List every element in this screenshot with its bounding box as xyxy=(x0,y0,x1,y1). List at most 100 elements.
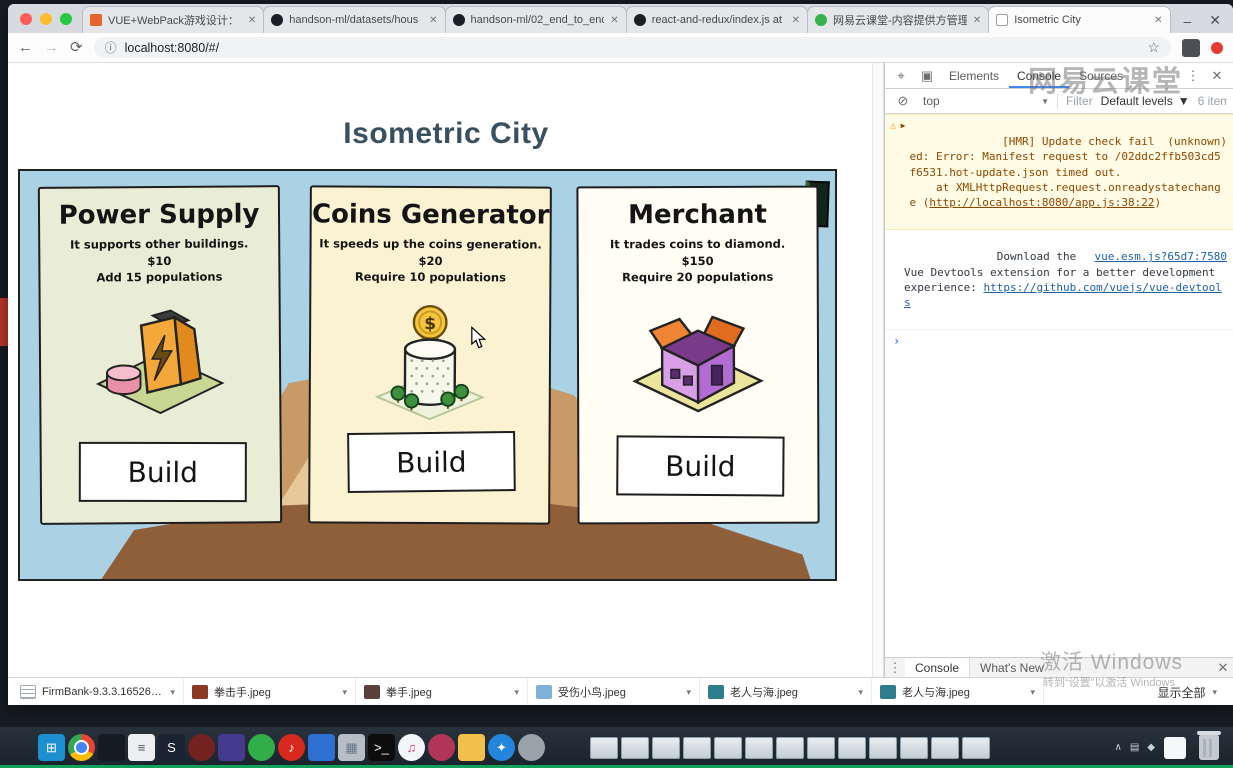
more-options-icon[interactable]: ⋮ xyxy=(1181,68,1205,84)
taskbar-window-button[interactable] xyxy=(745,737,773,759)
chevron-down-icon[interactable]: ▾ xyxy=(514,687,519,698)
chevron-down-icon[interactable]: ▾ xyxy=(170,687,175,698)
taskbar-window-button[interactable] xyxy=(714,737,742,759)
address-bar[interactable]: ⓘ localhost:8080/#/ ☆ xyxy=(94,37,1171,58)
taskbar-app-icon[interactable]: S xyxy=(158,734,185,761)
taskbar-app-icon[interactable] xyxy=(98,734,125,761)
trash-icon[interactable] xyxy=(1199,735,1219,760)
tab-console[interactable]: Console xyxy=(1009,63,1069,88)
source-link[interactable]: http://localhost:8080/app.js:38:22 xyxy=(929,196,1154,209)
chevron-down-icon[interactable]: ▾ xyxy=(1030,687,1035,698)
taskbar-app-icon[interactable] xyxy=(68,734,95,761)
taskbar-window-button[interactable] xyxy=(776,737,804,759)
taskbar-window-button[interactable] xyxy=(869,737,897,759)
taskbar-app-icon[interactable] xyxy=(458,734,485,761)
browser-tab[interactable]: react-and-redux/index.js at ✕ xyxy=(626,6,808,33)
close-window-button[interactable] xyxy=(20,13,32,25)
taskbar-app-icon[interactable]: >_ xyxy=(368,734,395,761)
card-description: It supports other buildings. xyxy=(70,236,248,251)
taskbar-app-icon[interactable] xyxy=(188,734,215,761)
taskbar-window-button[interactable] xyxy=(652,737,680,759)
expand-icon[interactable]: ▶ xyxy=(901,119,906,130)
close-drawer-icon[interactable]: ✕ xyxy=(1213,660,1233,676)
context-dropdown[interactable]: top ▼ xyxy=(923,94,1049,108)
taskbar-app-icon[interactable] xyxy=(518,734,545,761)
tab-elements[interactable]: Elements xyxy=(941,63,1007,88)
drawer-tab-console[interactable]: Console xyxy=(905,658,970,677)
taskbar-window-button[interactable] xyxy=(962,737,990,759)
taskbar-app-icon[interactable]: ✦ xyxy=(488,734,515,761)
download-item[interactable]: 老人与海.jpeg ▾ xyxy=(700,678,872,705)
site-info-icon[interactable]: ⓘ xyxy=(105,39,117,56)
more-options-icon[interactable]: ⋮ xyxy=(885,660,905,676)
tab-close-icon[interactable]: ✕ xyxy=(429,15,437,26)
device-toolbar-icon[interactable]: ▣ xyxy=(915,68,939,84)
download-item[interactable]: 老人与海.jpeg ▾ xyxy=(872,678,1044,705)
taskbar-app-icon[interactable]: ≡ xyxy=(128,734,155,761)
taskbar-app-icon[interactable]: ♫ xyxy=(398,734,425,761)
chevron-down-icon[interactable]: ▾ xyxy=(342,687,347,698)
taskbar-window-button[interactable] xyxy=(683,737,711,759)
message-source-link[interactable]: vue.esm.js?65d7:7580 xyxy=(1095,249,1227,264)
taskbar-app-icon[interactable] xyxy=(428,734,455,761)
chevron-down-icon[interactable]: ▾ xyxy=(858,687,863,698)
tab-close-icon[interactable]: ✕ xyxy=(610,15,618,26)
tab-close-icon[interactable]: ✕ xyxy=(973,15,981,26)
inspect-element-icon[interactable]: ⌖ xyxy=(889,68,913,84)
download-item[interactable]: FirmBank-9.3.3.16526.exe ▾ xyxy=(12,678,184,705)
show-all-downloads-button[interactable]: 显示全部 ▾ xyxy=(1141,684,1233,701)
drawer-tab-whats-new[interactable]: What's New xyxy=(970,658,1054,677)
close-devtools-icon[interactable]: ✕ xyxy=(1205,68,1229,84)
log-levels-dropdown[interactable]: Default levels ▼ xyxy=(1101,94,1190,108)
taskbar-app-icon[interactable] xyxy=(218,734,245,761)
back-button[interactable]: ← xyxy=(18,40,33,55)
download-item[interactable]: 拳击手.jpeg ▾ xyxy=(184,678,356,705)
browser-tab[interactable]: VUE+WebPack游戏设计： ✕ xyxy=(82,6,264,33)
recording-indicator-icon[interactable] xyxy=(1211,42,1223,54)
tab-close-icon[interactable]: ✕ xyxy=(792,15,800,26)
taskbar-app-icon[interactable]: ♪ xyxy=(278,734,305,761)
close-icon[interactable]: ✕ xyxy=(1209,12,1221,29)
taskbar-app-icon[interactable] xyxy=(308,734,335,761)
forward-button[interactable]: → xyxy=(44,40,59,55)
tab-sources[interactable]: Sources xyxy=(1071,63,1131,88)
url-text[interactable]: localhost:8080/#/ xyxy=(125,41,1140,55)
tab-favicon xyxy=(996,14,1008,26)
reload-button[interactable]: ⟳ xyxy=(70,40,83,55)
clear-console-icon[interactable]: ⊘ xyxy=(891,93,915,109)
tray-icon[interactable]: ◆ xyxy=(1147,742,1155,753)
taskbar-app-icon[interactable] xyxy=(248,734,275,761)
minimize-window-button[interactable] xyxy=(40,13,52,25)
taskbar-app-icon[interactable]: ▦ xyxy=(338,734,365,761)
bookmark-star-icon[interactable]: ☆ xyxy=(1147,39,1160,56)
chevron-down-icon[interactable]: ▾ xyxy=(686,687,691,698)
card-price: $150 xyxy=(682,254,714,268)
taskbar-window-button[interactable] xyxy=(838,737,866,759)
profile-avatar[interactable] xyxy=(1182,39,1200,57)
filter-input[interactable]: Filter xyxy=(1066,94,1093,108)
tray-icon[interactable]: ▤ xyxy=(1130,742,1139,753)
minimize-icon[interactable]: – xyxy=(1183,13,1191,29)
console-prompt[interactable]: › xyxy=(885,330,1233,352)
tab-close-icon[interactable]: ✕ xyxy=(1154,15,1162,26)
browser-tab[interactable]: Isometric City ✕ xyxy=(988,6,1170,33)
download-item[interactable]: 拳手.jpeg ▾ xyxy=(356,678,528,705)
taskbar-window-button[interactable] xyxy=(900,737,928,759)
browser-tab[interactable]: handson-ml/02_end_to_end ✕ xyxy=(445,6,627,33)
browser-tab[interactable]: 网易云课堂-内容提供方管理 ✕ xyxy=(807,6,989,33)
taskbar-window-button[interactable] xyxy=(931,737,959,759)
notes-icon[interactable] xyxy=(1164,737,1186,759)
taskbar-window-button[interactable] xyxy=(621,737,649,759)
taskbar-window-button[interactable] xyxy=(807,737,835,759)
tab-close-icon[interactable]: ✕ xyxy=(248,15,256,26)
tray-icon[interactable]: ∧ xyxy=(1115,742,1122,753)
build-button[interactable]: Build xyxy=(616,435,784,496)
page-scrollbar[interactable] xyxy=(872,63,884,677)
taskbar-window-button[interactable] xyxy=(590,737,618,759)
build-button[interactable]: Build xyxy=(347,431,516,493)
browser-tab[interactable]: handson-ml/datasets/hous ✕ xyxy=(263,6,445,33)
taskbar-app-icon[interactable]: ⊞ xyxy=(38,734,65,761)
download-item[interactable]: 受伤小鸟.jpeg ▾ xyxy=(528,678,700,705)
build-button[interactable]: Build xyxy=(79,442,247,502)
zoom-window-button[interactable] xyxy=(60,13,72,25)
